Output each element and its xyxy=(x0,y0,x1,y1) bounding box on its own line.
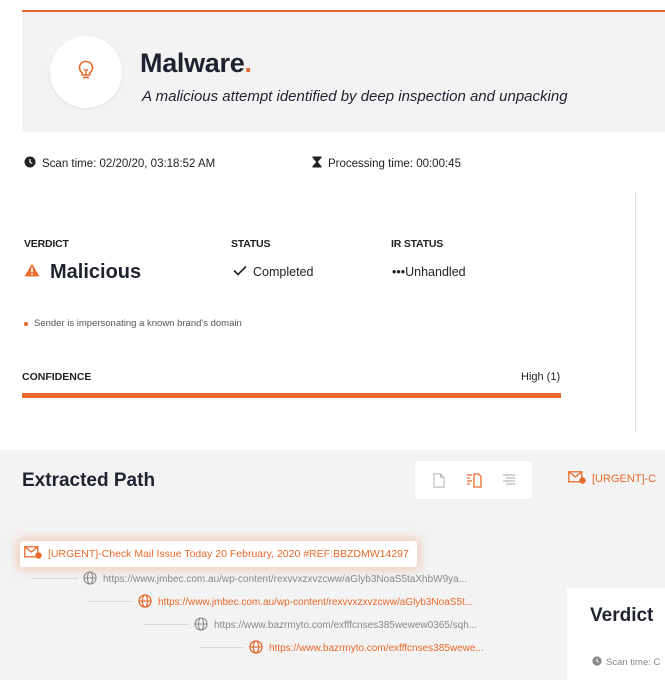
side-card-scan-time: Scan time: C xyxy=(592,656,660,669)
vertical-divider xyxy=(635,193,636,433)
status-value: Completed xyxy=(233,265,313,279)
confidence-label: CONFIDENCE xyxy=(22,371,92,383)
threat-header-panel: Malware. A malicious attempt identified … xyxy=(22,12,665,132)
ir-status-value[interactable]: •••Unhandled xyxy=(392,265,466,279)
clock-icon xyxy=(592,656,602,669)
path-item[interactable]: https://www.bazrmyto.com/exfffcnses385we… xyxy=(194,617,477,634)
email-warning-icon xyxy=(24,546,42,562)
path-connector xyxy=(32,578,78,579)
confidence-value: High (1) xyxy=(521,371,561,383)
title-text: Malware xyxy=(140,48,245,78)
email-tab-label: [URGENT]-C xyxy=(592,473,657,485)
reason-bullet-icon xyxy=(24,321,28,326)
path-connector xyxy=(200,647,244,648)
view-toggle xyxy=(415,461,532,499)
globe-icon xyxy=(138,594,152,611)
ir-status-text: •••Unhandled xyxy=(392,265,466,279)
section-title: Extracted Path xyxy=(22,470,156,491)
verdict-reason: Sender is impersonating a known brand's … xyxy=(24,318,242,329)
clock-icon xyxy=(24,156,36,171)
processing-time: Processing time: 00:00:45 xyxy=(312,156,461,171)
confidence-bar-fill xyxy=(22,393,561,398)
path-item[interactable]: https://www.jmbec.com.au/wp-content/rexv… xyxy=(83,571,467,588)
path-item-url: https://www.bazrmyto.com/exfffcnses385we… xyxy=(269,643,484,654)
side-card-title: Verdict xyxy=(590,605,654,626)
globe-icon xyxy=(249,640,263,657)
verdict-value: Malicious xyxy=(24,261,141,284)
list-view-button[interactable] xyxy=(495,466,523,494)
path-item-url: https://www.jmbec.com.au/wp-content/rexv… xyxy=(103,574,468,585)
path-connector xyxy=(144,624,189,625)
confidence-bar xyxy=(22,393,561,398)
status-text: Completed xyxy=(253,265,314,279)
lightbulb-icon xyxy=(75,59,97,86)
warning-icon xyxy=(24,263,40,282)
checkmark-icon xyxy=(233,265,247,279)
page-title: Malware. xyxy=(140,48,252,79)
verdict-text: Malicious xyxy=(50,261,142,283)
path-item[interactable]: https://www.jmbec.com.au/wp-content/rexv… xyxy=(138,594,473,611)
document-view-button[interactable] xyxy=(425,466,453,494)
ir-status-label: IR STATUS xyxy=(391,238,444,250)
processing-time-text: Processing time: 00:00:45 xyxy=(328,157,461,170)
verdict-label: VERDICT xyxy=(24,238,69,250)
hourglass-icon xyxy=(312,156,322,171)
tree-view-button[interactable] xyxy=(460,466,488,494)
path-root-label: [URGENT]-Check Mail Issue Today 20 Febru… xyxy=(48,548,409,560)
path-item-url: https://www.jmbec.com.au/wp-content/rexv… xyxy=(158,597,474,608)
email-tab[interactable]: [URGENT]-C xyxy=(568,471,656,487)
status-label: STATUS xyxy=(231,238,271,250)
reason-text: Sender is impersonating a known brand's … xyxy=(34,318,242,329)
globe-icon xyxy=(194,617,208,634)
globe-icon xyxy=(83,571,97,588)
page-subtitle: A malicious attempt identified by deep i… xyxy=(142,88,568,105)
threat-badge xyxy=(50,36,122,108)
path-root-email[interactable]: [URGENT]-Check Mail Issue Today 20 Febru… xyxy=(20,541,417,567)
scan-time: Scan time: 02/20/20, 03:18:52 AM xyxy=(24,156,215,171)
path-connector xyxy=(88,601,133,602)
scan-time-text: Scan time: 02/20/20, 03:18:52 AM xyxy=(42,157,216,170)
path-item-url: https://www.bazrmyto.com/exfffcnses385we… xyxy=(214,620,478,631)
email-warning-icon xyxy=(568,471,586,487)
title-dot: . xyxy=(244,48,252,78)
side-card-scan-label: Scan time: C xyxy=(606,657,661,668)
path-item[interactable]: https://www.bazrmyto.com/exfffcnses385we… xyxy=(249,640,484,657)
